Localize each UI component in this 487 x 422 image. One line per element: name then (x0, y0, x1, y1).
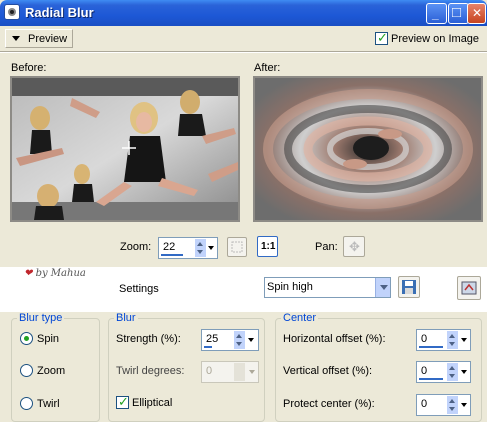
vertical-offset-level-bar (419, 378, 443, 380)
strength-spinbox[interactable]: 25 (201, 329, 259, 351)
dropdown-chevron-icon[interactable] (375, 278, 390, 297)
dropdown-arrow-icon[interactable] (460, 396, 469, 414)
dropdown-arrow-icon[interactable] (207, 239, 216, 257)
spin-arrows-icon (234, 363, 245, 381)
reset-preset-button[interactable] (457, 276, 481, 300)
blur-type-title: Blur type (17, 312, 65, 324)
author-logo: ❤ by Mahua (24, 268, 86, 279)
preset-dropdown[interactable]: Spin high (264, 277, 391, 298)
before-preview[interactable] (10, 76, 240, 222)
spin-arrows-icon[interactable] (447, 363, 458, 381)
elliptical-checkbox[interactable]: ✓ (116, 394, 129, 409)
close-icon: ✕ (472, 6, 483, 20)
triangle-down-icon (12, 36, 20, 41)
logo-text: by Mahua (35, 268, 86, 279)
reset-icon (461, 281, 477, 295)
spin-arrows-icon[interactable] (195, 239, 206, 257)
strength-label: Strength (%): (116, 333, 181, 345)
after-label: After: (254, 62, 281, 74)
radio-twirl-label: Twirl (37, 398, 60, 410)
zoom-value: 22 (163, 241, 176, 253)
zoom-level-bar (161, 254, 183, 256)
twirl-degrees-value: 0 (206, 365, 213, 377)
fit-view-icon (231, 241, 243, 253)
spin-arrows-icon[interactable] (234, 331, 245, 349)
checkmark-icon: ✓ (118, 394, 129, 409)
dropdown-arrow-icon[interactable] (460, 331, 469, 349)
divider (0, 51, 487, 53)
heart-icon: ❤ (24, 268, 33, 279)
maximize-button[interactable]: □ (448, 3, 469, 24)
pan-label: Pan: (315, 241, 338, 253)
preview-on-image-checkbox[interactable]: ✓ (375, 30, 388, 45)
radio-zoom[interactable] (20, 364, 33, 377)
vertical-offset-spinbox[interactable]: 0 (416, 361, 471, 383)
preview-on-image-label: Preview on Image (391, 33, 480, 45)
horizontal-offset-label: Horizontal offset (%): (283, 333, 386, 345)
radio-twirl[interactable] (20, 397, 33, 410)
close-button[interactable]: ✕ (467, 3, 486, 24)
before-label: Before: (11, 62, 47, 74)
strength-level-bar (204, 346, 212, 348)
before-image (12, 78, 238, 220)
preset-value: Spin high (267, 281, 313, 293)
after-preview[interactable] (253, 76, 483, 222)
checkmark-icon: ✓ (377, 30, 388, 45)
minimize-icon: _ (432, 7, 439, 21)
protect-center-spinbox[interactable]: 0 (416, 394, 471, 416)
dropdown-arrow-icon[interactable] (460, 363, 469, 381)
pan-button[interactable]: ✥ (343, 236, 365, 257)
spin-arrows-icon[interactable] (447, 331, 458, 349)
zoom-label: Zoom: (120, 241, 152, 253)
floppy-disk-icon (402, 280, 416, 294)
minimize-button[interactable]: _ (426, 3, 447, 24)
blur-title: Blur (114, 312, 138, 324)
app-camera-icon (4, 4, 20, 20)
zoom-fit-button[interactable] (227, 237, 247, 257)
window-title: Radial Blur (25, 5, 94, 20)
dropdown-arrow-icon[interactable] (247, 331, 256, 349)
preview-toggle-button[interactable]: Preview (5, 29, 73, 48)
radio-spin[interactable] (20, 332, 33, 345)
dropdown-arrow-icon (249, 370, 255, 374)
pan-move-icon: ✥ (349, 239, 360, 254)
radio-spin-label: Spin (37, 333, 60, 345)
vertical-offset-label: Vertical offset (%): (283, 365, 373, 377)
horizontal-offset-value: 0 (421, 333, 428, 345)
preview-button-label: Preview (28, 33, 68, 45)
twirl-degrees-spinbox: 0 (201, 361, 259, 383)
elliptical-label: Elliptical (132, 397, 173, 409)
center-title: Center (281, 312, 319, 324)
maximize-icon: □ (452, 4, 462, 21)
protect-center-label: Protect center (%): (283, 398, 375, 410)
settings-label: Settings (119, 283, 159, 295)
vertical-offset-value: 0 (421, 365, 428, 377)
zoom-one-to-one-button[interactable]: 1:1 (257, 236, 278, 257)
horizontal-offset-level-bar (419, 346, 443, 348)
horizontal-offset-spinbox[interactable]: 0 (416, 329, 471, 351)
save-preset-button[interactable] (398, 276, 420, 298)
zoom-spinbox[interactable]: 22 (158, 237, 218, 259)
protect-center-value: 0 (421, 398, 428, 410)
radio-zoom-label: Zoom (37, 365, 66, 377)
twirl-degrees-label: Twirl degrees: (116, 365, 185, 377)
strength-value: 25 (206, 333, 219, 345)
after-image (255, 78, 481, 220)
spin-arrows-icon[interactable] (447, 396, 458, 414)
one-to-one-label: 1:1 (261, 241, 276, 252)
